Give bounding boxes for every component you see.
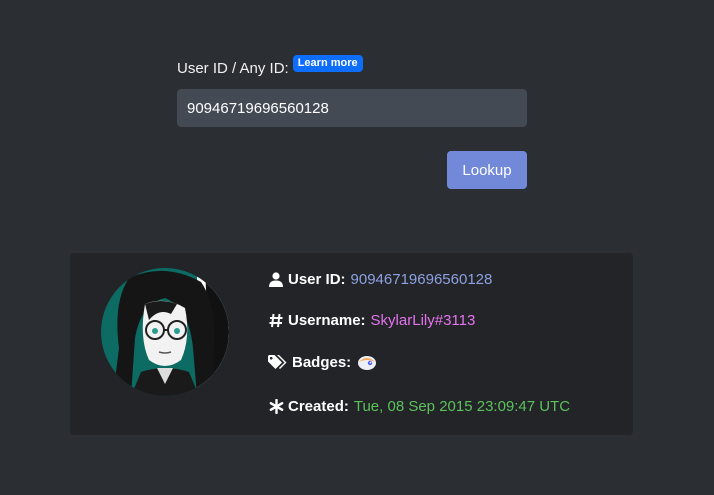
username-row: Username: SkylarLily#3113 [268, 312, 475, 329]
id-form-label: User ID / Any ID: Learn more [177, 55, 363, 77]
tags-icon [268, 354, 288, 370]
user-id-row: User ID: 90946719696560128 [268, 271, 492, 288]
user-id-label: User ID: [288, 271, 346, 288]
page: User ID / Any ID: Learn more Lookup [0, 0, 714, 495]
learn-more-badge[interactable]: Learn more [292, 55, 363, 72]
created-value: Tue, 08 Sep 2015 23:09:47 UTC [353, 398, 571, 415]
user-id-input[interactable] [177, 89, 527, 127]
id-label-text: User ID / Any ID: [177, 60, 289, 77]
username-value: SkylarLily#3113 [370, 312, 476, 329]
user-icon [268, 272, 284, 288]
badges-row: Badges: [268, 353, 378, 371]
user-id-value: 90946719696560128 [350, 271, 493, 288]
username-label: Username: [288, 312, 366, 329]
hashtag-icon [268, 313, 284, 329]
created-label: Created: [288, 398, 349, 415]
asterisk-icon [268, 399, 284, 415]
badges-label: Badges: [292, 353, 352, 371]
lookup-button[interactable]: Lookup [447, 151, 527, 189]
hypesquad-badge-icon [356, 353, 378, 371]
created-row: Created: Tue, 08 Sep 2015 23:09:47 UTC [268, 398, 570, 415]
user-info-card: User ID: 90946719696560128 Username: Sky… [70, 253, 633, 435]
avatar [101, 268, 229, 396]
